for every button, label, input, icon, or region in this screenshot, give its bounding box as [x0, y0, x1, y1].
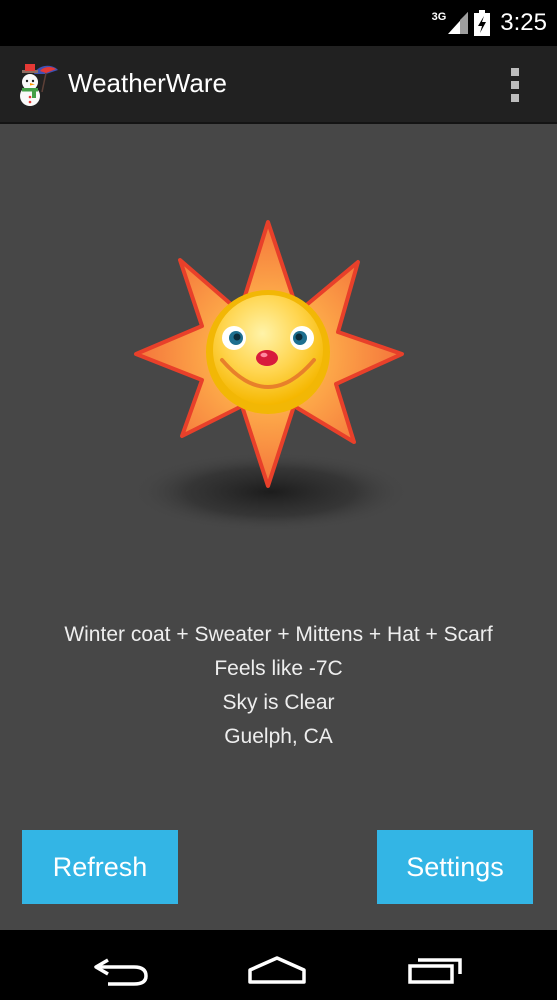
action-bar: WeatherWare: [0, 46, 557, 124]
overflow-dot: [511, 81, 519, 89]
sky-condition: Sky is Clear: [222, 691, 335, 714]
network-type-label: 3G: [431, 11, 447, 23]
status-clock: 3:25: [500, 9, 547, 36]
app-title: WeatherWare: [68, 68, 227, 98]
weather-content: Winter coat + Sweater + Mittens + Hat + …: [0, 124, 557, 930]
recents-icon[interactable]: [398, 946, 468, 986]
clothing-recommendation: Winter coat + Sweater + Mittens + Hat + …: [64, 623, 493, 646]
battery-charging-icon: [474, 10, 491, 36]
overflow-dot: [511, 94, 519, 102]
status-icons: 3G 3:25: [432, 8, 547, 38]
back-icon[interactable]: [86, 946, 156, 986]
screen: 3G 3:25 WeatherWare Winter coat + Sweate…: [0, 0, 557, 1000]
status-bar: 3G 3:25: [0, 0, 557, 46]
overflow-dot: [511, 68, 519, 76]
overflow-menu-icon[interactable]: [503, 66, 527, 104]
home-icon[interactable]: [242, 946, 312, 986]
location: Guelph, CA: [224, 725, 333, 748]
weather-info: Winter coat + Sweater + Mittens + Hat + …: [0, 618, 557, 754]
refresh-button[interactable]: Refresh: [22, 830, 178, 904]
settings-button[interactable]: Settings: [377, 830, 533, 904]
snowman-umbrella-icon[interactable]: [16, 62, 60, 108]
smiling-sun-icon: [131, 220, 411, 532]
signal-icon: [448, 12, 469, 34]
navigation-bar: [0, 930, 557, 1000]
feels-like-temperature: Feels like -7C: [214, 657, 343, 680]
